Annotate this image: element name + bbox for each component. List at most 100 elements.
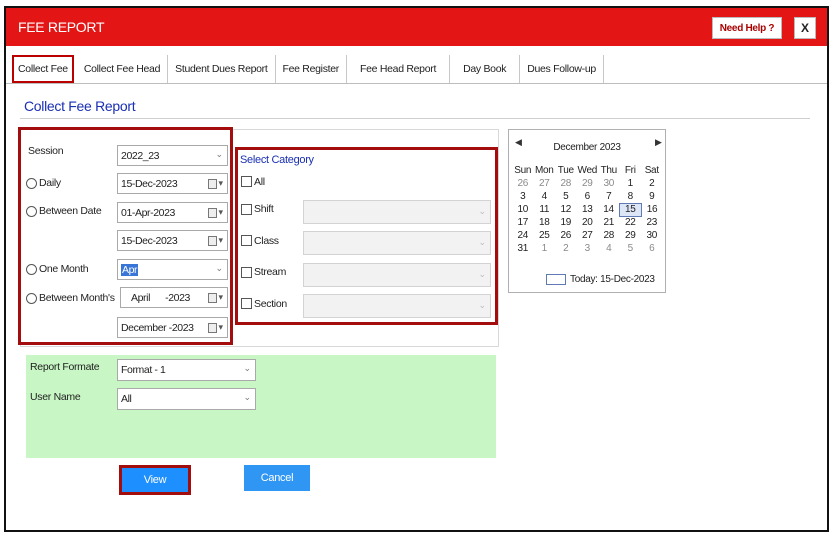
class-select[interactable]: ⌄ [303, 231, 491, 255]
one-month-select[interactable]: Apr ⌄ [117, 259, 228, 280]
calendar-day[interactable]: 21 [598, 216, 620, 229]
user-name-select[interactable]: All ⌄ [117, 388, 256, 410]
section-checkbox[interactable] [241, 298, 252, 309]
between-from-date-picker[interactable]: 01-Apr-2023 ▾ [117, 202, 228, 223]
tab-fee-register[interactable]: Fee Register [276, 55, 348, 83]
calendar-day[interactable]: 12 [555, 203, 577, 216]
report-format-select[interactable]: Format - 1 ⌄ [117, 359, 256, 381]
between-date-radio[interactable] [26, 206, 37, 217]
calendar-day[interactable]: 4 [598, 242, 620, 255]
class-checkbox[interactable] [241, 235, 252, 246]
calendar-day[interactable]: 11 [534, 203, 556, 216]
calendar-day[interactable]: 3 [577, 242, 599, 255]
calendar-day[interactable]: 29 [577, 177, 599, 190]
calendar-day[interactable]: 2 [641, 177, 663, 190]
chevron-down-icon: ⌄ [478, 269, 486, 279]
calendar-day[interactable]: 1 [534, 242, 556, 255]
tab-dues-follow-up[interactable]: Dues Follow-up [520, 55, 604, 83]
calendar-day[interactable]: 29 [620, 229, 642, 242]
select-category-title: Select Category [240, 154, 314, 166]
today-link[interactable]: Today: 15-Dec-2023 [570, 274, 655, 285]
calendar-day[interactable]: 13 [577, 203, 599, 216]
stream-label: Stream [254, 266, 287, 278]
calendar-day[interactable]: 3 [512, 190, 534, 203]
tab-student-dues-report[interactable]: Student Dues Report [168, 55, 276, 83]
calendar-day[interactable]: 30 [598, 177, 620, 190]
calendar-icon: ▾ [208, 235, 223, 246]
weekday-label: Wed [577, 165, 598, 176]
close-button[interactable]: X [794, 17, 816, 39]
need-help-button[interactable]: Need Help ? [712, 17, 782, 39]
calendar-day[interactable]: 16 [641, 203, 663, 216]
daily-date-picker[interactable]: 15-Dec-2023 ▾ [117, 173, 228, 194]
window-title: FEE REPORT [18, 19, 105, 35]
calendar-week-row: 10 11 12 13 14 15 16 [512, 202, 663, 217]
shift-select[interactable]: ⌄ [303, 200, 491, 224]
calendar-day[interactable]: 1 [620, 177, 642, 190]
section-select[interactable]: ⌄ [303, 294, 491, 318]
view-button[interactable]: View [119, 465, 191, 495]
title-bar: FEE REPORT Need Help ? X [6, 8, 827, 46]
calendar-day[interactable]: 31 [512, 242, 534, 255]
calendar-day[interactable]: 18 [534, 216, 556, 229]
calendar-day[interactable]: 22 [620, 216, 642, 229]
calendar-day[interactable]: 30 [641, 229, 663, 242]
calendar-day[interactable]: 5 [620, 242, 642, 255]
calendar-day[interactable]: 14 [598, 203, 620, 216]
between-date-label: Between Date [39, 205, 102, 217]
calendar-day[interactable]: 8 [620, 190, 642, 203]
month-to-picker[interactable]: December -2023 ▾ [117, 317, 228, 338]
between-to-value: 15-Dec-2023 [121, 235, 178, 247]
tab-collect-fee[interactable]: Collect Fee [12, 55, 74, 83]
tab-day-book[interactable]: Day Book [450, 55, 521, 83]
one-month-radio[interactable] [26, 264, 37, 275]
daily-date-value: 15-Dec-2023 [121, 178, 178, 190]
calendar-day[interactable]: 6 [577, 190, 599, 203]
calendar-day[interactable]: 17 [512, 216, 534, 229]
between-to-date-picker[interactable]: 15-Dec-2023 ▾ [117, 230, 228, 251]
calendar-day[interactable]: 19 [555, 216, 577, 229]
calendar-day[interactable]: 25 [534, 229, 556, 242]
between-months-radio[interactable] [26, 293, 37, 304]
user-name-value: All [121, 393, 132, 405]
calendar-day[interactable]: 27 [577, 229, 599, 242]
calendar-day[interactable]: 7 [598, 190, 620, 203]
daily-radio[interactable] [26, 178, 37, 189]
chevron-down-icon: ⌄ [215, 149, 223, 159]
tab-collect-fee-head[interactable]: Collect Fee Head [77, 55, 169, 83]
today-marker [546, 274, 566, 285]
session-value: 2022_23 [121, 150, 160, 162]
calendar-day[interactable]: 2 [555, 242, 577, 255]
calendar-day[interactable]: 28 [555, 177, 577, 190]
calendar-week-row: 24 25 26 27 28 29 30 [512, 229, 663, 242]
weekday-label: Tue [557, 165, 574, 176]
calendar-day[interactable]: 5 [555, 190, 577, 203]
calendar-day[interactable]: 10 [512, 203, 534, 216]
session-select[interactable]: 2022_23 ⌄ [117, 145, 228, 166]
calendar-icon: ▾ [208, 207, 223, 218]
calendar-day[interactable]: 28 [598, 229, 620, 242]
calendar-day[interactable]: 24 [512, 229, 534, 242]
all-checkbox[interactable] [241, 176, 252, 187]
month-from-value: April -2023 [131, 292, 190, 304]
calendar-day[interactable]: 26 [512, 177, 534, 190]
calendar-day[interactable]: 9 [641, 190, 663, 203]
chevron-down-icon: ⌄ [478, 206, 486, 216]
daily-label: Daily [39, 177, 61, 189]
weekday-label: Sun [514, 165, 532, 176]
report-tabs: Collect Fee Collect Fee Head Student Due… [12, 55, 604, 83]
calendar-day[interactable]: 27 [534, 177, 556, 190]
stream-checkbox[interactable] [241, 267, 252, 278]
calendar-day-today[interactable]: 15 [619, 202, 642, 217]
month-from-picker[interactable]: April -2023 ▾ [120, 287, 228, 308]
user-name-label: User Name [30, 391, 81, 403]
calendar-day[interactable]: 4 [534, 190, 556, 203]
calendar-day[interactable]: 23 [641, 216, 663, 229]
stream-select[interactable]: ⌄ [303, 263, 491, 287]
calendar-day[interactable]: 26 [555, 229, 577, 242]
cancel-button[interactable]: Cancel [244, 465, 310, 491]
tab-fee-head-report[interactable]: Fee Head Report [347, 55, 451, 83]
calendar-day[interactable]: 6 [641, 242, 663, 255]
calendar-day[interactable]: 20 [577, 216, 599, 229]
shift-checkbox[interactable] [241, 204, 252, 215]
